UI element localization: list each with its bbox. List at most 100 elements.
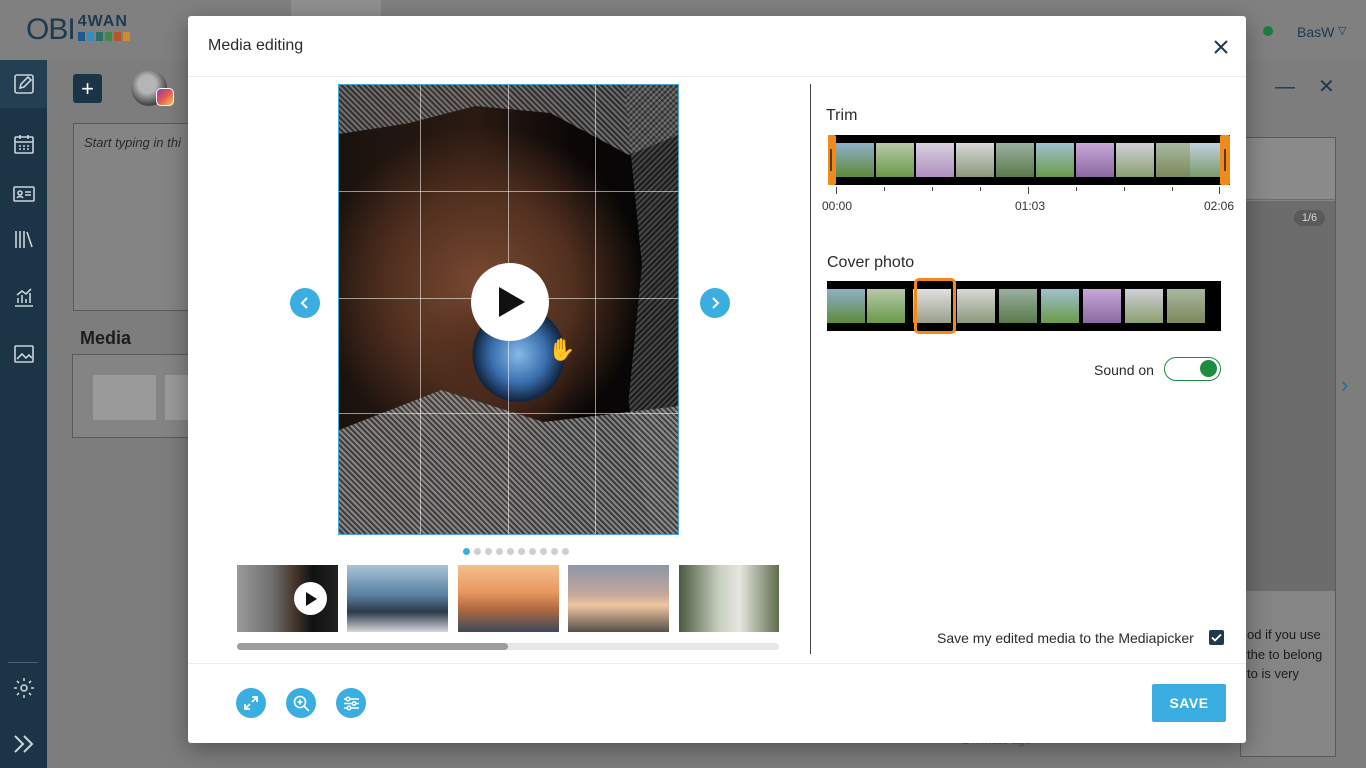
carousel-dot[interactable] [562, 548, 569, 555]
sidebar-item-media[interactable] [0, 330, 47, 378]
minimize-icon[interactable]: — [1275, 76, 1295, 99]
trim-middle-time: 01:03 [1015, 199, 1046, 213]
video-preview-canvas[interactable]: ✋ [338, 84, 679, 535]
previous-media-button[interactable] [290, 288, 320, 318]
close-dialog-button[interactable] [1210, 36, 1232, 58]
media-thumbnail[interactable] [458, 565, 559, 632]
cover-frame-selector[interactable] [914, 278, 956, 334]
play-button[interactable] [471, 263, 549, 341]
carousel-dot[interactable] [463, 548, 470, 555]
sidebar [0, 60, 47, 768]
online-status-dot [1263, 26, 1273, 36]
save-to-mediapicker-label: Save my edited media to the Mediapicker [937, 630, 1194, 646]
sound-toggle[interactable] [1164, 357, 1221, 381]
media-thumbnail[interactable] [679, 565, 779, 632]
carousel-dot[interactable] [551, 548, 558, 555]
chevron-right-icon[interactable]: › [1341, 372, 1348, 398]
settings-icon [13, 678, 34, 698]
carousel-dot[interactable] [518, 548, 525, 555]
composer-textarea[interactable]: Start typing in thi [73, 123, 203, 311]
logo-brand-text: 4WAN [77, 13, 128, 30]
sidebar-item-expand[interactable] [0, 720, 47, 768]
adjustments-button[interactable] [336, 688, 366, 718]
media-section-title: Media [80, 328, 132, 348]
library-icon [14, 231, 33, 248]
carousel-dot[interactable] [485, 548, 492, 555]
crop-grid-line [420, 85, 421, 534]
user-menu-name[interactable]: BasW [1297, 24, 1334, 40]
preview-header [1241, 138, 1335, 200]
crop-grid-line [595, 85, 596, 534]
play-icon [499, 287, 525, 317]
preview-image [1241, 201, 1335, 591]
trim-end-handle[interactable] [1220, 135, 1230, 185]
chevron-down-icon[interactable]: ▽ [1338, 24, 1346, 37]
play-icon [305, 591, 317, 606]
trim-label: Trim [826, 107, 858, 124]
sound-toggle-label: Sound on [1094, 362, 1154, 378]
edit-icon [13, 74, 34, 94]
trim-filmstrip[interactable] [828, 135, 1230, 185]
sidebar-item-calendar[interactable] [0, 120, 47, 168]
hand-cursor-icon: ✋ [548, 337, 576, 362]
save-button[interactable]: SAVE [1152, 684, 1226, 722]
save-to-mediapicker-checkbox[interactable] [1209, 630, 1224, 645]
chevron-right-icon [712, 297, 720, 309]
fullscreen-button[interactable] [236, 688, 266, 718]
header-tab[interactable] [291, 0, 381, 16]
media-thumbnail[interactable] [568, 565, 669, 632]
contact-card-icon [12, 186, 35, 202]
expand-sidebar-icon [13, 735, 33, 753]
carousel-dot[interactable] [529, 548, 536, 555]
media-thumbnail-strip [237, 565, 779, 632]
cover-photo-label: Cover photo [827, 254, 915, 271]
checkmark-icon [1211, 633, 1222, 642]
image-gallery-icon [13, 345, 34, 363]
instagram-icon [156, 88, 174, 106]
chevron-left-icon [300, 297, 308, 309]
close-icon[interactable]: ✕ [1318, 74, 1335, 99]
sidebar-item-settings[interactable] [0, 664, 47, 712]
carousel-dot[interactable] [474, 548, 481, 555]
dialog-header-divider [188, 76, 1246, 77]
sidebar-divider [8, 662, 38, 663]
scrollbar-thumb[interactable] [237, 643, 508, 650]
media-section-box [72, 354, 228, 438]
adjust-icon [343, 695, 359, 711]
dialog-title: Media editing [208, 37, 304, 54]
media-thumbnail[interactable] [237, 565, 338, 632]
carousel-dot[interactable] [496, 548, 503, 555]
crop-grid-line [339, 413, 678, 414]
sidebar-item-compose[interactable] [0, 60, 47, 108]
next-media-button[interactable] [700, 288, 730, 318]
close-icon [1214, 40, 1228, 54]
crop-grid-line [339, 191, 678, 192]
sidebar-item-library[interactable] [0, 215, 47, 263]
analytics-icon [14, 288, 33, 307]
zoom-button[interactable] [286, 688, 316, 718]
play-button[interactable] [294, 582, 327, 615]
trim-start-time: 00:00 [822, 199, 853, 213]
calendar-icon [13, 135, 34, 154]
trim-end-time: 02:06 [1204, 199, 1235, 213]
add-post-button[interactable]: + [73, 74, 102, 103]
app-logo[interactable]: OBI 4WAN [26, 14, 130, 46]
carousel-dot[interactable] [540, 548, 547, 555]
toggle-knob [1200, 360, 1217, 377]
media-editing-dialog: Media editing ✋ Trim 00:00 01:03 02:06 C… [188, 16, 1246, 743]
composer-placeholder: Start typing in thi [84, 135, 181, 150]
thumbnail-scrollbar[interactable] [237, 643, 779, 650]
preview-caption: od if you use the to belong to is very [1247, 627, 1323, 681]
media-thumbnail[interactable] [347, 565, 448, 632]
cover-photo-filmstrip[interactable] [827, 281, 1221, 331]
zoom-icon [293, 695, 310, 712]
sidebar-item-contacts[interactable] [0, 170, 47, 218]
fullscreen-icon [244, 696, 258, 710]
preview-count-badge: 1/6 [1294, 210, 1325, 226]
carousel-dot[interactable] [507, 548, 514, 555]
logo-text: OBI [26, 13, 76, 46]
media-placeholder-thumb[interactable] [93, 375, 156, 420]
trim-start-handle[interactable] [828, 135, 836, 185]
logo-color-bars [77, 32, 130, 41]
sidebar-item-analytics[interactable] [0, 273, 47, 321]
